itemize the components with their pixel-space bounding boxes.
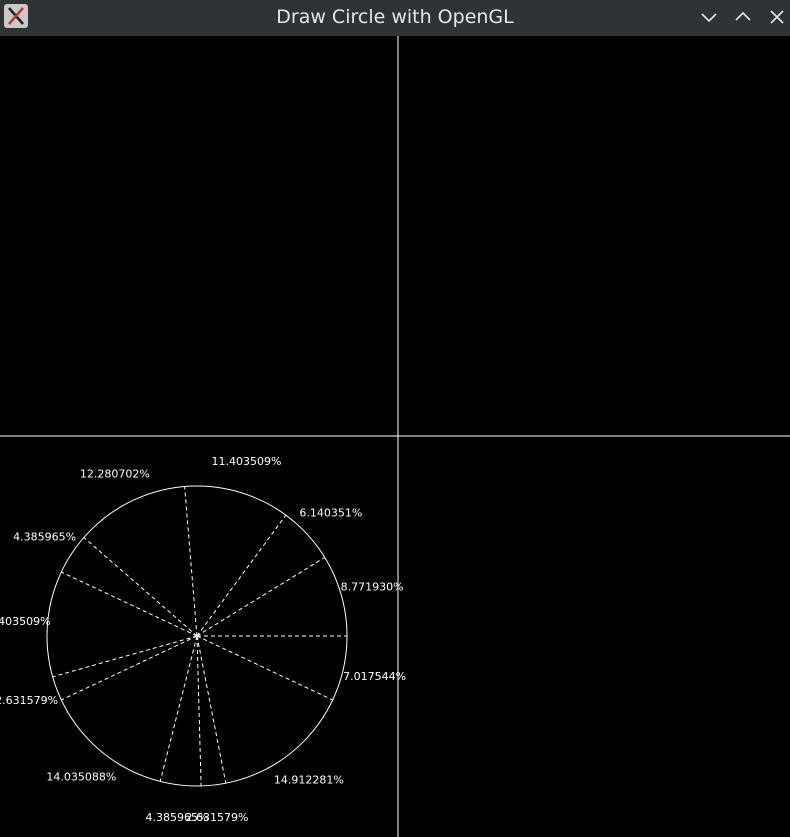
slice-divider xyxy=(83,537,198,637)
slice-divider xyxy=(52,635,198,678)
slice-label: 11.403509% xyxy=(0,615,51,628)
slice-label: 2.631579% xyxy=(186,811,249,824)
slice-label: 7.017544% xyxy=(343,670,406,683)
slice-divider xyxy=(61,635,198,701)
slice-divider xyxy=(196,635,227,784)
window-title: Draw Circle with OpenGL xyxy=(276,6,514,28)
slice-label: 2.631579% xyxy=(0,694,58,707)
slice-label: 11.403509% xyxy=(212,455,282,468)
pie-center xyxy=(195,634,199,638)
slice-divider xyxy=(196,556,326,637)
minimize-button[interactable] xyxy=(698,6,720,28)
slice-label: 6.140351% xyxy=(299,507,362,520)
slice-divider xyxy=(196,635,202,786)
chevron-up-icon xyxy=(735,11,751,21)
pie-chart: 8.771930% 6.140351% 11.403509% 12.280702% 4.… xyxy=(0,36,790,837)
slice-label: 8.771930% xyxy=(341,581,404,594)
slice-divider xyxy=(61,571,198,637)
close-button[interactable] xyxy=(766,6,788,28)
opengl-canvas: 8.771930% 6.140351% 11.403509% 12.280702% 4.… xyxy=(0,36,790,837)
slice-divider xyxy=(184,486,198,637)
title-bar: Draw Circle with OpenGL xyxy=(0,0,790,36)
close-icon xyxy=(770,10,784,24)
slice-label: 14.912281% xyxy=(274,774,344,787)
chevron-down-icon xyxy=(701,13,717,23)
slice-label: 4.385965% xyxy=(13,531,76,544)
slice-label: 14.035088% xyxy=(46,771,116,784)
maximize-button[interactable] xyxy=(732,6,754,28)
slice-divider xyxy=(159,635,198,782)
slice-label: 12.280702% xyxy=(80,468,150,481)
slice-divider xyxy=(196,635,333,701)
slice-divider xyxy=(196,514,287,637)
